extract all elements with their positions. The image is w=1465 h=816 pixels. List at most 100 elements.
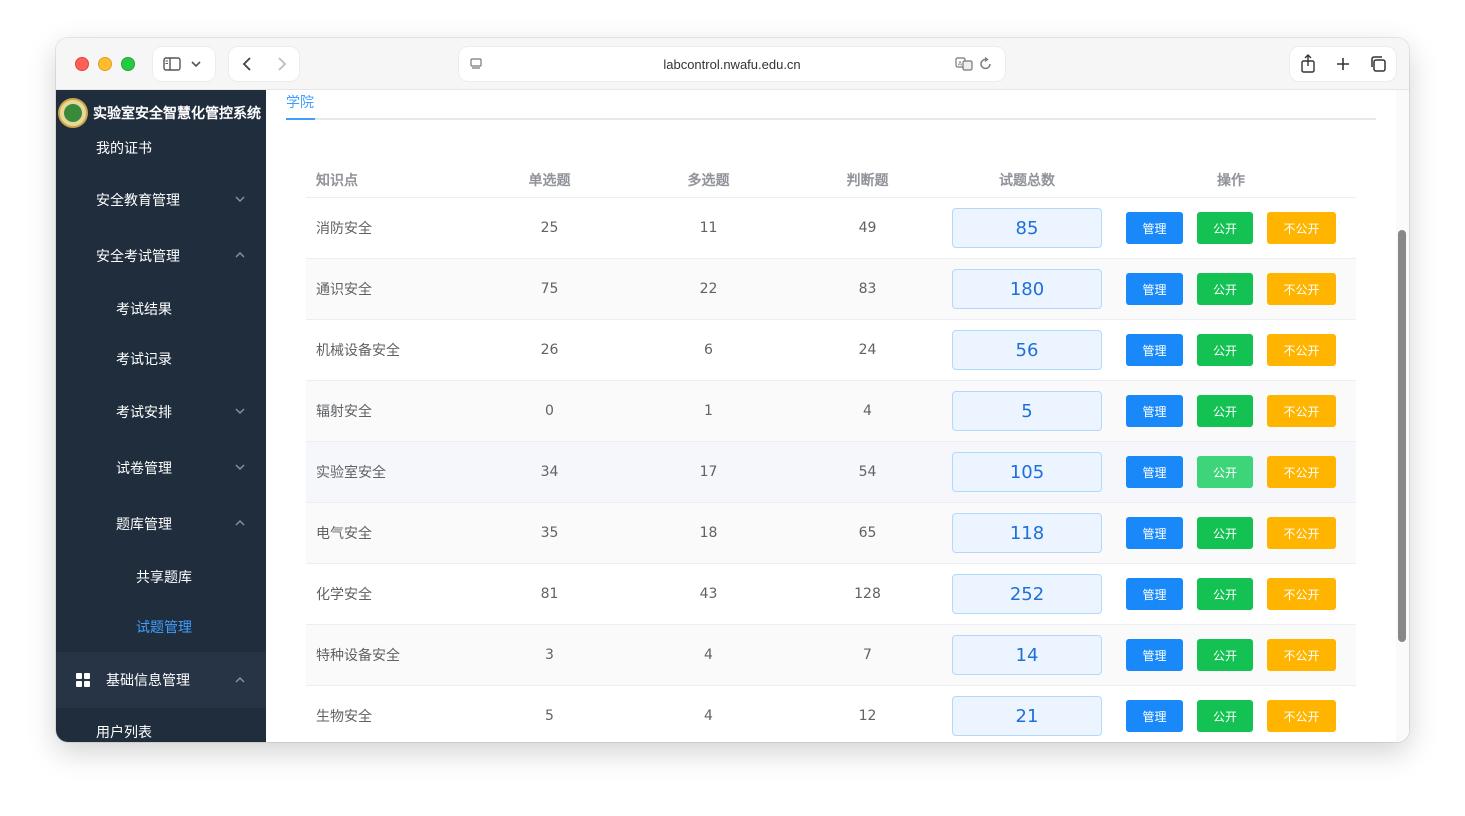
page-menu-icon[interactable] — [469, 57, 483, 71]
cell-single-choice: 75 — [540, 281, 559, 297]
sidebar-item-my-certificates[interactable]: 我的证书 — [56, 128, 266, 168]
cell-single-choice: 26 — [540, 342, 559, 358]
manage-button[interactable]: 管理 — [1126, 517, 1183, 549]
app-title: 实验室安全智慧化管控系统 — [93, 106, 261, 122]
cell-total: 85 — [947, 208, 1107, 248]
table-row: 电气安全 35 18 65 118 管理 公开 不公开 — [306, 503, 1356, 564]
brand[interactable]: 实验室安全智慧化管控系统 — [56, 96, 266, 130]
table-header: 知识点 单选题 多选题 判断题 试题总数 操作 — [306, 162, 1356, 198]
private-button[interactable]: 不公开 — [1267, 212, 1336, 244]
public-button[interactable]: 公开 — [1197, 517, 1253, 549]
sidebar-item-question-bank[interactable]: 题库管理 — [56, 504, 266, 544]
question-stats-table: 知识点 单选题 多选题 判断题 试题总数 操作 消防安全 25 11 49 85 管理 公开… — [306, 162, 1356, 742]
navigation-group — [228, 46, 300, 82]
total-count-badge: 85 — [952, 208, 1102, 248]
cell-multi-choice: 18 — [699, 525, 718, 541]
sidebar-item-exam-records[interactable]: 考试记录 — [56, 339, 266, 379]
public-button[interactable]: 公开 — [1197, 334, 1253, 366]
table-row: 生物安全 5 4 12 21 管理 公开 不公开 — [306, 686, 1356, 742]
cell-true-false: 4 — [863, 403, 872, 419]
tab-overview-button[interactable] — [1367, 53, 1389, 75]
table-row: 通识安全 75 22 83 180 管理 公开 不公开 — [306, 259, 1356, 320]
manage-button[interactable]: 管理 — [1126, 456, 1183, 488]
public-button[interactable]: 公开 — [1197, 212, 1253, 244]
cell-multi-choice: 4 — [704, 647, 713, 663]
table-row: 辐射安全 0 1 4 5 管理 公开 不公开 — [306, 381, 1356, 442]
chevron-up-icon — [235, 677, 245, 683]
private-button[interactable]: 不公开 — [1267, 456, 1336, 488]
public-button[interactable]: 公开 — [1197, 639, 1253, 671]
tab-college[interactable]: 学院 — [286, 92, 314, 112]
sidebar-item-basic-info[interactable]: 基础信息管理 — [56, 652, 266, 708]
cell-actions: 管理 公开 不公开 — [1107, 212, 1355, 244]
page-scrollbar[interactable] — [1396, 90, 1409, 742]
public-button[interactable]: 公开 — [1197, 456, 1253, 488]
cell-actions: 管理 公开 不公开 — [1107, 700, 1355, 732]
cell-multi-choice: 17 — [699, 464, 718, 480]
header-total: 试题总数 — [999, 172, 1055, 189]
private-button[interactable]: 不公开 — [1267, 334, 1336, 366]
address-bar-actions: A — [955, 56, 993, 72]
cell-knowledge-point: 特种设备安全 — [316, 648, 400, 664]
share-icon — [1300, 54, 1315, 73]
tab-active-indicator — [286, 118, 315, 120]
sidebar-item-question-management[interactable]: 试题管理 — [56, 607, 266, 647]
zoom-window-button[interactable] — [121, 57, 135, 71]
chevron-down-icon — [235, 196, 245, 202]
cell-total: 118 — [947, 513, 1107, 553]
plus-icon — [1336, 58, 1349, 70]
back-icon[interactable] — [241, 56, 253, 72]
header-true-false: 判断题 — [846, 172, 889, 189]
public-button[interactable]: 公开 — [1197, 273, 1253, 305]
manage-button[interactable]: 管理 — [1126, 273, 1183, 305]
manage-button[interactable]: 管理 — [1126, 395, 1183, 427]
cell-actions: 管理 公开 不公开 — [1107, 517, 1355, 549]
private-button[interactable]: 不公开 — [1267, 395, 1336, 427]
new-tab-button[interactable] — [1332, 53, 1354, 75]
share-button[interactable] — [1297, 53, 1319, 75]
manage-button[interactable]: 管理 — [1126, 639, 1183, 671]
private-button[interactable]: 不公开 — [1267, 273, 1336, 305]
cell-knowledge-point: 化学安全 — [316, 587, 372, 603]
cell-single-choice: 3 — [545, 647, 554, 663]
sidebar-item-user-list[interactable]: 用户列表 — [56, 712, 266, 742]
private-button[interactable]: 不公开 — [1267, 700, 1336, 732]
translate-icon[interactable]: A — [955, 56, 973, 72]
sidebar-item-exam-results[interactable]: 考试结果 — [56, 289, 266, 329]
public-button[interactable]: 公开 — [1197, 578, 1253, 610]
scrollbar-thumb[interactable] — [1398, 230, 1406, 642]
cell-knowledge-point: 生物安全 — [316, 709, 372, 725]
manage-button[interactable]: 管理 — [1126, 212, 1183, 244]
sidebar-item-safety-education[interactable]: 安全教育管理 — [56, 180, 266, 220]
chevron-up-icon — [235, 252, 245, 258]
sidebar-item-exam-schedule[interactable]: 考试安排 — [56, 392, 266, 432]
reload-icon[interactable] — [979, 56, 993, 72]
manage-button[interactable]: 管理 — [1126, 578, 1183, 610]
sidebar-item-safety-exam[interactable]: 安全考试管理 — [56, 236, 266, 276]
manage-button[interactable]: 管理 — [1126, 334, 1183, 366]
manage-button[interactable]: 管理 — [1126, 700, 1183, 732]
sidebar-icon[interactable] — [163, 57, 181, 71]
chevron-up-icon — [235, 520, 245, 526]
total-count-badge: 252 — [952, 574, 1102, 614]
sidebar-toggle-group[interactable] — [152, 46, 216, 82]
address-bar[interactable]: labcontrol.nwafu.edu.cn A — [458, 46, 1006, 82]
close-window-button[interactable] — [75, 57, 89, 71]
sidebar-item-paper-management[interactable]: 试卷管理 — [56, 448, 266, 488]
forward-icon[interactable] — [276, 56, 288, 72]
cell-single-choice: 34 — [540, 464, 559, 480]
chevron-down-icon[interactable] — [191, 60, 201, 68]
table-body: 消防安全 25 11 49 85 管理 公开 不公开 通识安全 75 22 83 180 管理 公开 不公开机… — [306, 198, 1356, 742]
public-button[interactable]: 公开 — [1197, 700, 1253, 732]
header-actions: 操作 — [1217, 172, 1245, 189]
private-button[interactable]: 不公开 — [1267, 639, 1336, 671]
cell-total: 14 — [947, 635, 1107, 675]
total-count-badge: 105 — [952, 452, 1102, 492]
public-button[interactable]: 公开 — [1197, 395, 1253, 427]
total-count-badge: 118 — [952, 513, 1102, 553]
private-button[interactable]: 不公开 — [1267, 578, 1336, 610]
sidebar-item-shared-bank[interactable]: 共享题库 — [56, 557, 266, 597]
private-button[interactable]: 不公开 — [1267, 517, 1336, 549]
minimize-window-button[interactable] — [98, 57, 112, 71]
url-text[interactable]: labcontrol.nwafu.edu.cn — [663, 57, 800, 72]
